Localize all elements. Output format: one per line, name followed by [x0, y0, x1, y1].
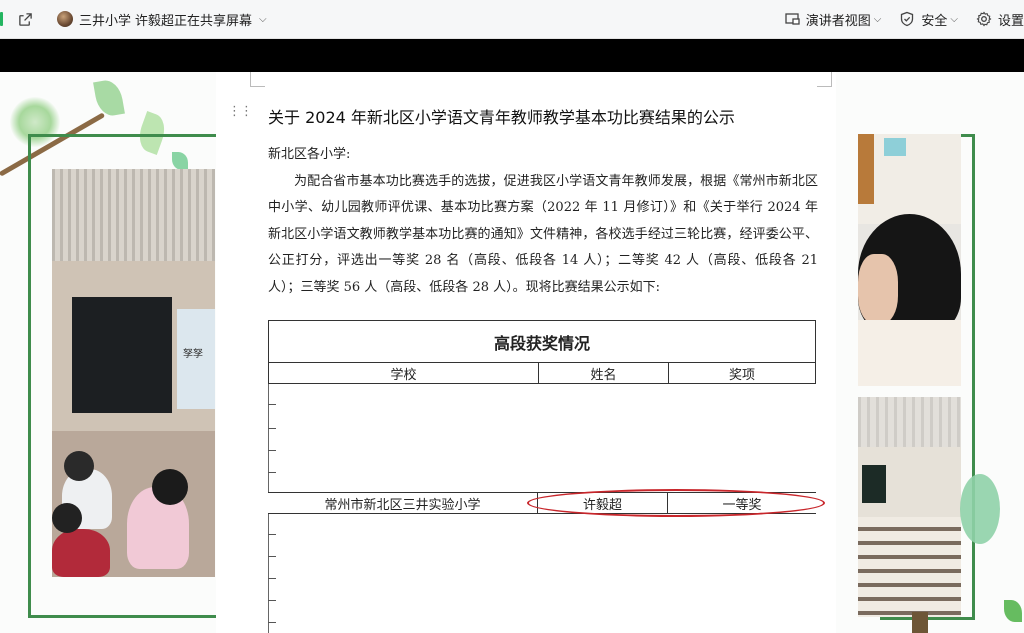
share-status[interactable]: 许毅超正在共享屏幕 — [135, 10, 252, 29]
settings-button[interactable]: 设置 — [974, 9, 1024, 29]
drag-handle-icon[interactable]: ⋮⋮ — [228, 105, 253, 124]
row-tick — [268, 578, 276, 579]
award-table-header-row: 学校 姓名 奖项 — [268, 362, 816, 384]
toolbar-right: 演讲者视图 ⌵ 安全 ⌵ 设置 — [766, 0, 1024, 38]
photo-board — [862, 465, 886, 503]
photo-student — [52, 529, 110, 577]
presenter-view-icon — [782, 9, 802, 29]
screen-text: 孥孥 — [183, 349, 203, 360]
classroom-photo-left: 孥孥 — [52, 169, 215, 577]
decorative-leaf — [960, 474, 1000, 544]
shield-icon — [897, 9, 917, 29]
photo-student-head — [64, 451, 94, 481]
table-row-ticks — [268, 514, 288, 633]
meeting-name[interactable]: 三井小学 — [79, 10, 131, 29]
cell-school: 常州市新北区三井实验小学 — [268, 493, 538, 513]
photo-student-head — [52, 503, 82, 533]
row-tick — [268, 556, 276, 557]
empty-classroom-photo — [858, 397, 961, 617]
row-tick — [268, 534, 276, 535]
letterbox-bar — [0, 39, 1024, 72]
photo-ceiling — [858, 397, 961, 447]
row-tick — [268, 404, 276, 405]
chevron-down-icon: ⌵ — [950, 13, 958, 25]
page-corner-mark — [250, 72, 265, 87]
decorative-trunk — [912, 612, 928, 633]
document-body: 新北区各小学: 为配合省市基本功比赛选手的选拔，促进我区小学语文青年教师发展，根… — [268, 142, 818, 301]
photo-desks — [858, 517, 961, 617]
shared-screen: 孥孥 ⋮⋮ 关于 2024 年新北区小学语文青年教师教学基本功比赛结果的公示 新… — [0, 72, 1024, 633]
page-corner-mark — [817, 72, 832, 87]
red-highlight-ellipse — [527, 489, 825, 517]
chevron-down-icon: ⌵ — [873, 13, 882, 25]
row-tick — [268, 428, 276, 429]
security-button[interactable]: 安全 ⌵ — [897, 9, 958, 29]
row-tick — [268, 472, 276, 473]
photo-screen: 孥孥 — [177, 309, 215, 409]
external-link-icon[interactable] — [15, 9, 35, 29]
column-header-award: 奖项 — [728, 367, 755, 383]
column-header-school: 学校 — [269, 363, 539, 383]
photo-door — [858, 134, 874, 204]
settings-label: 设置 — [997, 13, 1024, 29]
row-tick — [268, 600, 276, 601]
decorative-leaf — [1004, 600, 1022, 622]
presenter-view-label: 演讲者视图 — [805, 13, 871, 29]
photo-tv — [72, 297, 172, 413]
chevron-down-icon[interactable]: ⌵ — [259, 14, 267, 25]
greeting: 新北区各小学: — [268, 147, 351, 162]
photo-coat — [858, 320, 961, 386]
toolbar-left: 三井小学 许毅超正在共享屏幕 ⌵ — [0, 0, 267, 38]
row-tick — [268, 622, 276, 623]
status-indicator — [0, 12, 3, 26]
award-table-heading: 高段获奖情况 — [268, 320, 816, 362]
presenter-view-button[interactable]: 演讲者视图 ⌵ — [782, 9, 882, 29]
gear-icon — [974, 9, 994, 29]
column-header-name: 姓名 — [539, 363, 669, 383]
avatar[interactable] — [57, 11, 73, 27]
photo-ceiling — [52, 169, 215, 261]
row-tick — [268, 450, 276, 451]
decorative-leaf — [93, 78, 125, 118]
photo-face — [858, 254, 898, 324]
security-label: 安全 — [921, 13, 948, 29]
table-row-ticks — [268, 384, 288, 494]
announcement-paragraph: 为配合省市基本功比赛选手的选拔，促进我区小学语文青年教师发展，根据《常州市新北区… — [268, 173, 818, 295]
teacher-photo — [858, 134, 961, 386]
document-title: 关于 2024 年新北区小学语文青年教师教学基本功比赛结果的公示 — [268, 108, 735, 127]
photo-poster — [884, 138, 906, 156]
photo-student-head — [152, 469, 188, 505]
meeting-toolbar: 三井小学 许毅超正在共享屏幕 ⌵ 演讲者视图 ⌵ 安全 ⌵ 设置 — [0, 0, 1024, 39]
